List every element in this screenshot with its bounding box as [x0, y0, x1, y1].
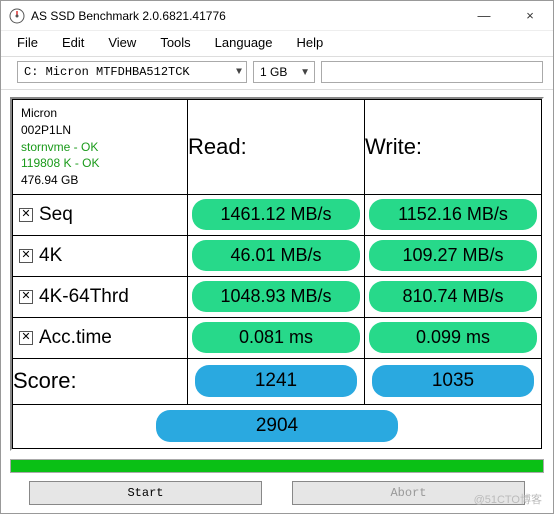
device-capacity: 476.94 GB [21, 172, 179, 189]
watermark: @51CTO博客 [474, 491, 542, 507]
4k-write: 109.27 MB/s [369, 240, 536, 271]
checkbox-4k64[interactable]: ✕ [19, 290, 33, 304]
seq-read: 1461.12 MB/s [192, 199, 359, 230]
label-4k: 4K [39, 245, 62, 267]
score-read: 1241 [195, 365, 357, 397]
align-status: 119808 K - OK [21, 155, 179, 172]
menu-edit[interactable]: Edit [62, 35, 84, 50]
4k-read: 46.01 MB/s [192, 240, 359, 271]
drive-select-value: C: Micron MTFDHBA512TCK [24, 65, 190, 79]
device-serial: 002P1LN [21, 122, 179, 139]
progress-bar [10, 459, 544, 473]
score-total: 2904 [156, 410, 399, 442]
menubar: File Edit View Tools Language Help [1, 31, 553, 57]
start-button[interactable]: Start [29, 481, 262, 505]
seq-write: 1152.16 MB/s [369, 199, 536, 230]
4k64-read: 1048.93 MB/s [192, 281, 359, 312]
size-select[interactable]: 1 GB ▼ [253, 61, 315, 83]
drive-select[interactable]: C: Micron MTFDHBA512TCK ▼ [17, 61, 247, 83]
header-read: Read: [188, 100, 365, 195]
menu-file[interactable]: File [17, 35, 38, 50]
checkbox-acc[interactable]: ✕ [19, 331, 33, 345]
row-score: Score: 1241 1035 [13, 358, 542, 404]
label-acc: Acc.time [39, 327, 112, 349]
window-controls: — × [461, 1, 553, 31]
acc-read: 0.081 ms [192, 322, 359, 353]
results-panel: Micron 002P1LN stornvme - OK 119808 K - … [10, 97, 544, 451]
checkbox-4k[interactable]: ✕ [19, 249, 33, 263]
score-label: Score: [13, 358, 188, 404]
chevron-down-icon: ▼ [236, 67, 242, 78]
acc-write: 0.099 ms [369, 322, 536, 353]
checkbox-seq[interactable]: ✕ [19, 208, 33, 222]
chevron-down-icon: ▼ [300, 67, 310, 78]
header-write: Write: [365, 100, 542, 195]
score-write: 1035 [372, 365, 534, 397]
menu-help[interactable]: Help [297, 35, 324, 50]
text-input[interactable] [321, 61, 543, 83]
menu-tools[interactable]: Tools [160, 35, 190, 50]
label-4k64: 4K-64Thrd [39, 286, 129, 308]
device-model: Micron [21, 105, 179, 122]
row-4k: ✕ 4K 46.01 MB/s 109.27 MB/s [13, 235, 542, 276]
menu-view[interactable]: View [108, 35, 136, 50]
device-info-cell: Micron 002P1LN stornvme - OK 119808 K - … [13, 100, 188, 195]
label-seq: Seq [39, 204, 73, 226]
4k64-write: 810.74 MB/s [369, 281, 536, 312]
titlebar: AS SSD Benchmark 2.0.6821.41776 — × [1, 1, 553, 31]
row-4k64: ✕ 4K-64Thrd 1048.93 MB/s 810.74 MB/s [13, 276, 542, 317]
app-icon [9, 8, 25, 24]
window-title: AS SSD Benchmark 2.0.6821.41776 [31, 9, 226, 23]
row-total: 2904 [13, 404, 542, 448]
row-acc: ✕ Acc.time 0.081 ms 0.099 ms [13, 317, 542, 358]
toolbar: C: Micron MTFDHBA512TCK ▼ 1 GB ▼ [1, 57, 553, 90]
close-button[interactable]: × [507, 1, 553, 31]
minimize-button[interactable]: — [461, 1, 507, 31]
row-seq: ✕ Seq 1461.12 MB/s 1152.16 MB/s [13, 194, 542, 235]
menu-language[interactable]: Language [215, 35, 273, 50]
driver-status: stornvme - OK [21, 139, 179, 156]
size-select-value: 1 GB [260, 65, 287, 79]
